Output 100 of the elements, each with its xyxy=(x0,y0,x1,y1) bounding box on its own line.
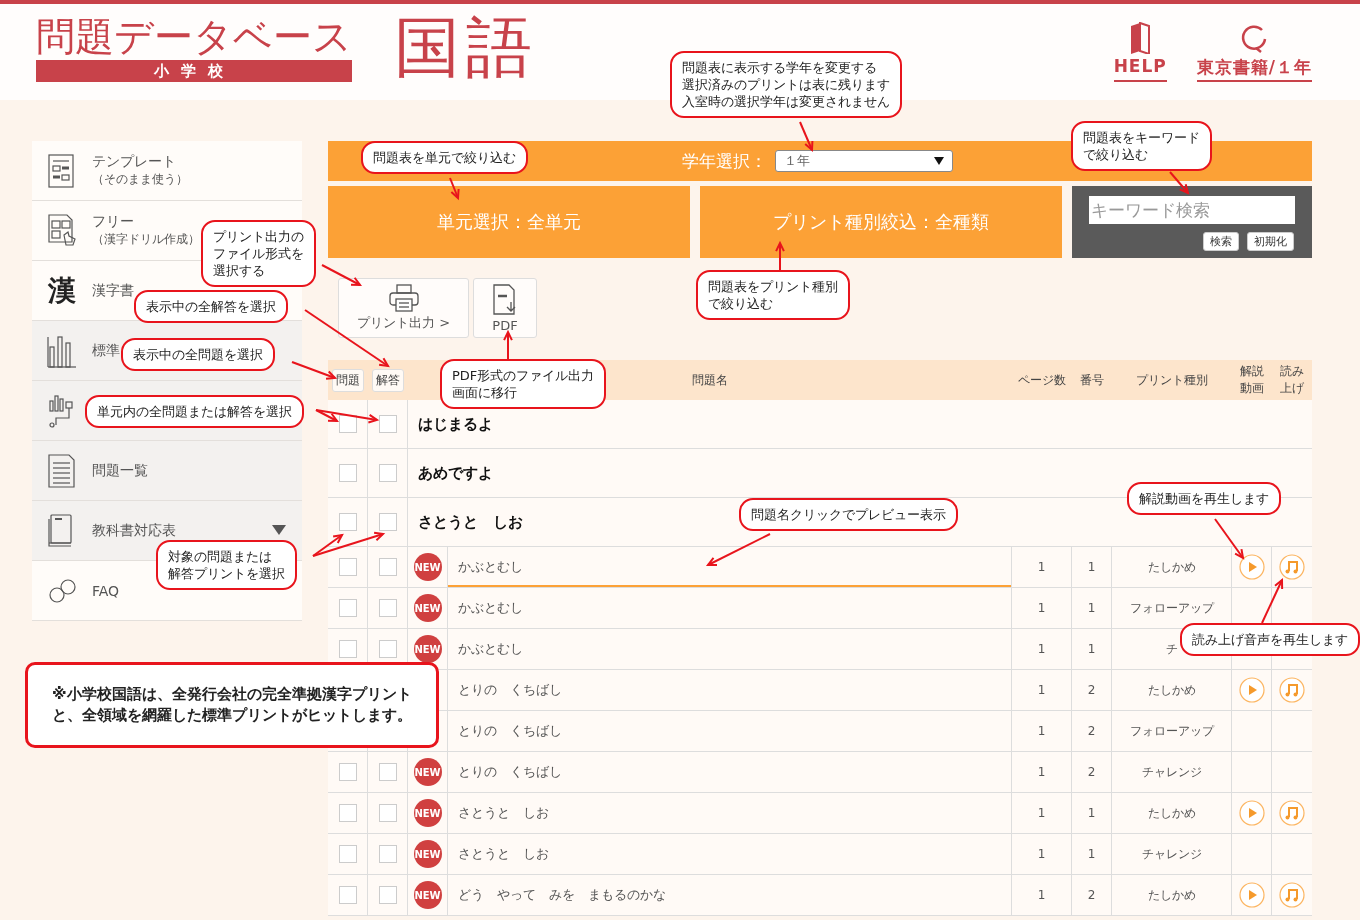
unit-title[interactable]: はじまるよ xyxy=(418,414,493,434)
table-cell: 1 xyxy=(1012,793,1072,833)
problem-title[interactable]: かぶとむし xyxy=(448,547,1012,587)
checkbox[interactable] xyxy=(338,599,357,617)
hint-text: PDF形式のファイル出力 xyxy=(452,367,595,384)
checkbox[interactable] xyxy=(378,845,397,863)
table-cell: 2 xyxy=(1072,875,1112,915)
callout-arrow xyxy=(1214,518,1245,560)
sidebar-label: 教科書対応表 xyxy=(92,521,176,540)
hint-text: 選択する xyxy=(213,262,265,279)
sidebar-item[interactable]: 問題一覧 xyxy=(32,441,302,501)
hint-text: 問題表をキーワード xyxy=(1083,129,1200,146)
table-cell: たしかめ xyxy=(1112,793,1232,833)
sidebar-sublabel: （漢字ドリル作成） xyxy=(92,231,200,248)
table-cell: 2 xyxy=(1072,752,1112,792)
checkbox[interactable] xyxy=(378,599,397,617)
hint-text: で絞り込む xyxy=(708,295,773,312)
select-all-button[interactable]: 問題 xyxy=(332,368,364,392)
column-header: 読み上げ xyxy=(1279,363,1305,397)
play-icon[interactable] xyxy=(1238,800,1265,826)
sidebar-label: 問題一覧 xyxy=(92,461,148,480)
checkbox[interactable] xyxy=(338,513,357,531)
hint-text: 問題表に表示する学年を変更する xyxy=(682,59,877,76)
problem-title[interactable]: とりの くちばし xyxy=(448,752,1012,792)
table-cell: 1 xyxy=(1012,629,1072,669)
checkbox[interactable] xyxy=(378,415,397,433)
dropdown-caret-icon xyxy=(934,157,944,165)
table-cell: チャレンジ xyxy=(1112,834,1232,874)
play-icon[interactable] xyxy=(1238,882,1265,908)
grade-select[interactable]: １年 xyxy=(775,150,953,172)
search-button[interactable]: 検索 xyxy=(1203,232,1239,251)
keyword-field[interactable]: キーワード検索 xyxy=(1089,196,1295,224)
hint-text: 解説動画を再生します xyxy=(1139,490,1269,507)
checkbox[interactable] xyxy=(378,804,397,822)
note-text: と、全領域を網羅した標準プリントがヒットします。 xyxy=(52,705,412,726)
subject-title: 国語 xyxy=(394,8,538,88)
sidebar-label: FAQ xyxy=(92,582,120,599)
checkbox[interactable] xyxy=(378,558,397,576)
problem-title[interactable]: さとうと しお xyxy=(448,793,1012,833)
grade-label: 学年選択： xyxy=(682,149,767,173)
checkbox[interactable] xyxy=(378,886,397,904)
new-badge: NEW xyxy=(413,840,442,868)
hint-text: 選択済みのプリントは表に残ります xyxy=(682,76,890,93)
unit-title[interactable]: あめですよ xyxy=(418,463,493,483)
checkbox[interactable] xyxy=(338,886,357,904)
checkbox[interactable] xyxy=(338,763,357,781)
pdf-button[interactable]: PDF xyxy=(473,278,538,338)
hint-text: 問題表を単元で絞り込む xyxy=(373,149,516,166)
checkbox[interactable] xyxy=(378,763,397,781)
table-cell: 1 xyxy=(1012,711,1072,751)
new-badge: NEW xyxy=(413,594,442,622)
sidebar-item[interactable]: テンプレート （そのまま使う） xyxy=(32,141,302,201)
music-note-icon[interactable] xyxy=(1279,800,1305,826)
new-badge: NEW xyxy=(413,553,442,581)
note-text: ※小学校国語は、全発行会社の完全準拠漢字プリント xyxy=(52,684,412,705)
problem-title[interactable]: とりの くちばし xyxy=(448,711,1012,751)
select-all-button[interactable]: 解答 xyxy=(372,368,404,392)
checkbox[interactable] xyxy=(338,804,357,822)
table-cell: 1 xyxy=(1012,588,1072,628)
checkbox[interactable] xyxy=(338,464,357,482)
hint-text: 問題名クリックでプレビュー表示 xyxy=(751,506,946,523)
sidebar-sublabel: （そのまま使う） xyxy=(92,171,188,188)
sidebar-label: 漢字書 xyxy=(92,281,134,300)
new-badge: NEW xyxy=(413,799,442,827)
music-note-icon[interactable] xyxy=(1279,882,1305,908)
unit-title[interactable]: さとうと しお xyxy=(418,512,523,532)
hint-text: 画面に移行 xyxy=(452,384,517,401)
site-title: 問題データベース xyxy=(36,14,352,60)
checkbox[interactable] xyxy=(338,558,357,576)
new-badge: NEW xyxy=(413,635,442,663)
problem-title[interactable]: かぶとむし xyxy=(448,588,1012,628)
checkbox[interactable] xyxy=(338,845,357,863)
table-cell: フォローアップ xyxy=(1112,711,1232,751)
table-cell: 2 xyxy=(1072,711,1112,751)
checkbox[interactable] xyxy=(378,640,397,658)
header-link[interactable]: HELP xyxy=(1113,22,1167,82)
caret-icon[interactable] xyxy=(272,525,286,535)
column-header: プリント種別 xyxy=(1136,371,1208,389)
hint-text: 単元内の全問題または解答を選択 xyxy=(97,403,292,420)
printer-button[interactable]: プリント出力 > xyxy=(338,278,470,338)
play-icon[interactable] xyxy=(1238,554,1265,580)
checkbox[interactable] xyxy=(338,640,357,658)
music-note-icon[interactable] xyxy=(1279,554,1305,580)
table-cell: たしかめ xyxy=(1112,875,1232,915)
checkbox[interactable] xyxy=(378,513,397,531)
problem-title[interactable]: どう やって みを まもるのかな xyxy=(448,875,1012,915)
music-note-icon[interactable] xyxy=(1279,677,1305,703)
hint-text: 表示中の全解答を選択 xyxy=(146,298,276,315)
table-cell: 1 xyxy=(1012,670,1072,710)
hint-text: プリント出力の xyxy=(213,228,304,245)
sidebar-label: テンプレート xyxy=(92,153,177,171)
header-link[interactable]: 東京書籍/１年 xyxy=(1196,22,1312,82)
reset-button[interactable]: 初期化 xyxy=(1247,232,1294,251)
problem-title[interactable]: さとうと しお xyxy=(448,834,1012,874)
play-icon[interactable] xyxy=(1238,677,1265,703)
problem-title[interactable]: かぶとむし xyxy=(448,629,1012,669)
printer-icon xyxy=(387,284,420,312)
checkbox[interactable] xyxy=(378,464,397,482)
checkbox[interactable] xyxy=(338,415,357,433)
problem-title[interactable]: とりの くちばし xyxy=(448,670,1012,710)
